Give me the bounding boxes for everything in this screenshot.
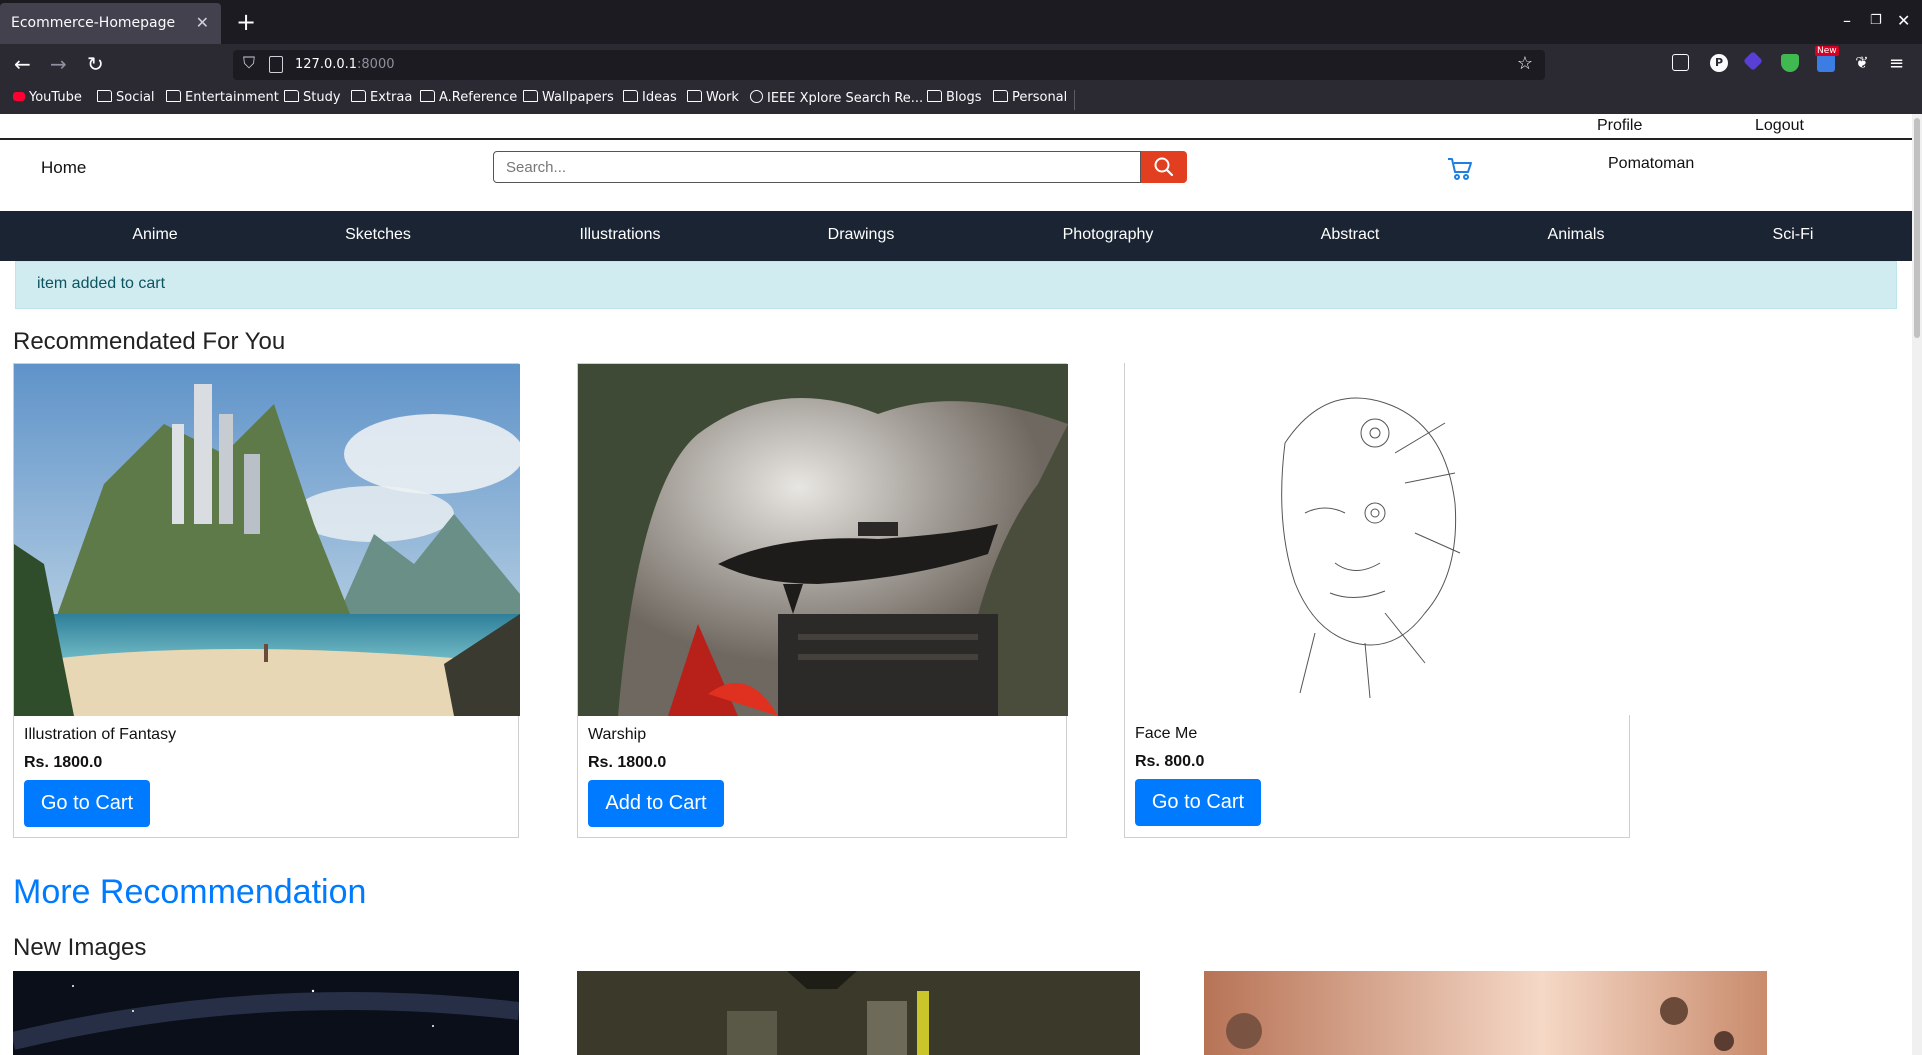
extension-shield-icon[interactable]	[1781, 54, 1799, 72]
folder-icon	[351, 90, 366, 102]
bookmark-entertainment[interactable]: Entertainment	[166, 90, 279, 105]
home-link[interactable]: Home	[41, 158, 86, 178]
url-bar[interactable]: ⛉ 127.0.0.1:8000 ☆	[233, 50, 1545, 80]
menu-icon[interactable]: ≡	[1889, 53, 1904, 74]
web-page: Profile Logout Home Pomatoman Anime Sket…	[0, 114, 1922, 1055]
search-icon	[1154, 157, 1174, 177]
folder-icon	[284, 90, 299, 102]
forward-icon[interactable]: →	[50, 52, 67, 76]
back-icon[interactable]: ←	[14, 52, 31, 76]
extension-p-icon[interactable]: P	[1710, 54, 1728, 72]
logout-link[interactable]: Logout	[1755, 117, 1804, 135]
profile-link[interactable]: Profile	[1597, 117, 1642, 135]
folder-icon	[523, 90, 538, 102]
product-name: Warship	[588, 726, 647, 743]
folder-icon	[687, 90, 702, 102]
search-box	[493, 151, 1141, 183]
product-price: Rs. 1800.0	[588, 754, 667, 771]
product-image-face-me[interactable]	[1125, 363, 1631, 715]
new-image-workshop[interactable]	[577, 971, 1140, 1055]
add-to-cart-button[interactable]: Add to Cart	[588, 780, 724, 827]
product-card: Illustration of Fantasy Rs. 1800.0 Go to…	[13, 363, 520, 838]
bookmark-ideas[interactable]: Ideas	[623, 90, 677, 105]
new-image-asteroids[interactable]	[1204, 971, 1767, 1055]
bookmark-social[interactable]: Social	[97, 90, 155, 105]
folder-icon	[166, 90, 181, 102]
category-illustrations[interactable]: Illustrations	[580, 226, 661, 244]
browser-tab[interactable]: Ecommerce-Homepage ✕	[0, 3, 221, 44]
restore-icon[interactable]: ❐	[1870, 13, 1882, 28]
category-drawings[interactable]: Drawings	[828, 226, 895, 244]
username-label: Pomatoman	[1608, 155, 1695, 172]
category-scifi[interactable]: Sci-Fi	[1773, 226, 1814, 244]
bookmark-study[interactable]: Study	[284, 90, 341, 105]
tab-title: Ecommerce-Homepage	[11, 15, 176, 31]
extension-layers-icon[interactable]	[1743, 51, 1763, 71]
folder-icon	[97, 90, 112, 102]
scrollbar-thumb[interactable]	[1914, 118, 1920, 338]
search-button[interactable]	[1141, 151, 1187, 183]
bookmark-areference[interactable]: A.Reference	[420, 90, 517, 105]
new-images-title: New Images	[13, 934, 147, 961]
bookmark-wallpapers[interactable]: Wallpapers	[523, 90, 614, 105]
window-close-icon[interactable]: ✕	[1897, 11, 1910, 30]
product-card: Warship Rs. 1800.0 Add to Cart	[577, 363, 1068, 838]
cart-button[interactable]	[1446, 156, 1474, 187]
shield-icon[interactable]: ⛉	[243, 55, 255, 73]
product-name: Face Me	[1135, 725, 1198, 742]
new-image-galaxy[interactable]	[13, 971, 519, 1055]
page-scrollbar[interactable]	[1912, 114, 1922, 1055]
pocket-icon[interactable]	[1672, 54, 1689, 71]
bookmark-ieee[interactable]: IEEE Xplore Search Re...	[750, 90, 923, 106]
folder-icon	[623, 90, 638, 102]
product-name: Illustration of Fantasy	[24, 726, 177, 743]
product-image-fantasy[interactable]	[14, 364, 520, 716]
folder-icon	[993, 90, 1008, 102]
youtube-icon	[13, 92, 25, 101]
category-sketches[interactable]: Sketches	[345, 226, 411, 244]
product-image-warship[interactable]	[578, 364, 1068, 716]
folder-icon	[927, 90, 942, 102]
page-icon	[269, 56, 283, 73]
category-animals[interactable]: Animals	[1548, 226, 1605, 244]
product-price: Rs. 1800.0	[24, 754, 103, 771]
minimize-icon[interactable]: –	[1843, 11, 1851, 30]
category-photography[interactable]: Photography	[1063, 226, 1154, 244]
bookmarks-bar: YouTube Social Entertainment Study Extra…	[0, 86, 1922, 115]
bookmarks-separator	[1074, 90, 1075, 110]
browser-toolbar: ← → ↻ ⛉ 127.0.0.1:8000 ☆ P New ❦ ≡	[0, 44, 1922, 86]
reload-icon[interactable]: ↻	[87, 52, 104, 76]
product-card: Face Me Rs. 800.0 Go to Cart	[1124, 363, 1631, 838]
cart-icon	[1448, 158, 1472, 180]
go-to-cart-button[interactable]: Go to Cart	[1135, 779, 1261, 826]
product-price: Rs. 800.0	[1135, 753, 1205, 770]
recommended-title: Recommendated For You	[13, 328, 286, 355]
search-input[interactable]	[504, 152, 1108, 182]
folder-icon	[420, 90, 435, 102]
new-tab-icon[interactable]: +	[236, 8, 256, 36]
bookmark-youtube[interactable]: YouTube	[13, 90, 82, 105]
alert-message: item added to cart	[37, 275, 166, 292]
url-text[interactable]: 127.0.0.1:8000	[295, 57, 395, 72]
close-tab-icon[interactable]: ✕	[196, 13, 209, 32]
cart-alert: item added to cart	[15, 261, 1897, 309]
bookmark-personal[interactable]: Personal	[993, 90, 1067, 105]
bookmark-blogs[interactable]: Blogs	[927, 90, 982, 105]
globe-icon	[750, 90, 763, 103]
more-recommendation-link[interactable]: More Recommendation	[13, 873, 366, 912]
category-anime[interactable]: Anime	[132, 226, 177, 244]
bookmark-extraa[interactable]: Extraa	[351, 90, 412, 105]
header-divider	[0, 138, 1912, 140]
bookmark-work[interactable]: Work	[687, 90, 739, 105]
extension-bird-icon[interactable]: ❦	[1853, 54, 1871, 72]
bookmark-star-icon[interactable]: ☆	[1517, 53, 1533, 74]
extension-new-badge: New	[1815, 46, 1839, 56]
category-abstract[interactable]: Abstract	[1321, 226, 1380, 244]
browser-tab-bar: Ecommerce-Homepage ✕ + – ❐ ✕	[0, 0, 1922, 44]
go-to-cart-button[interactable]: Go to Cart	[24, 780, 150, 827]
extension-news-icon[interactable]	[1817, 54, 1835, 72]
category-nav: Anime Sketches Illustrations Drawings Ph…	[0, 211, 1912, 261]
